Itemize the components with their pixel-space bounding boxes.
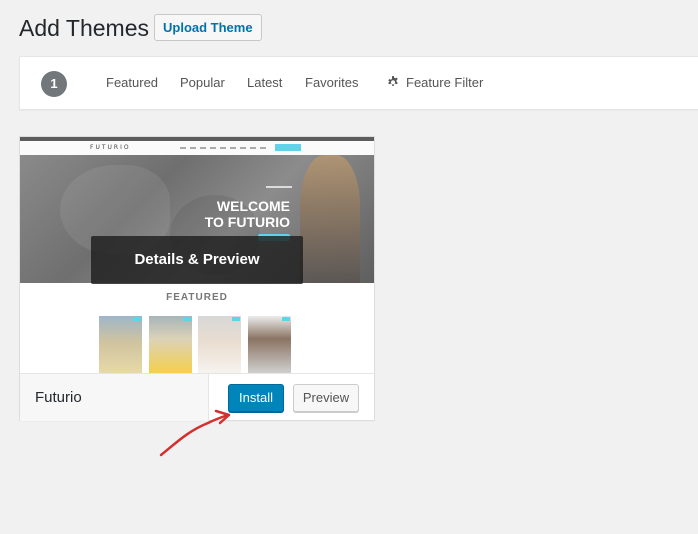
gear-icon[interactable] <box>386 75 400 89</box>
filter-link-latest[interactable]: Latest <box>247 75 282 91</box>
page-title: Add Themes <box>19 15 149 41</box>
feature-filter-link[interactable]: Feature Filter <box>406 75 483 91</box>
upload-theme-button[interactable]: Upload Theme <box>154 14 262 41</box>
theme-card[interactable]: FUTURIO WELCOME TO FUTURIO FEATURED Deta… <box>19 136 375 421</box>
screenshot-nav-button <box>275 144 301 151</box>
screenshot-logo: FUTURIO <box>90 144 131 151</box>
screenshot-nav-links <box>180 147 270 149</box>
filter-link-popular[interactable]: Popular <box>180 75 225 91</box>
hero-person-image <box>300 155 360 283</box>
theme-name: Futurio <box>35 389 82 406</box>
hero-kicker <box>266 186 292 188</box>
featured-thumbnail <box>248 316 291 373</box>
theme-screenshot[interactable]: FUTURIO WELCOME TO FUTURIO FEATURED Deta… <box>20 137 374 373</box>
featured-thumbnail <box>198 316 241 373</box>
theme-count-badge: 1 <box>41 71 67 97</box>
featured-thumbnail <box>99 316 142 373</box>
preview-button[interactable]: Preview <box>293 384 359 412</box>
screenshot-featured-heading: FEATURED <box>166 292 228 303</box>
filter-bar: 1 Featured Popular Latest Favorites Feat… <box>19 56 698 110</box>
filter-link-favorites[interactable]: Favorites <box>305 75 358 91</box>
install-button[interactable]: Install <box>228 384 284 412</box>
featured-thumbnail <box>149 316 192 373</box>
annotation-arrow-icon <box>159 409 231 457</box>
hero-title: WELCOME TO FUTURIO <box>204 198 290 230</box>
details-preview-button[interactable]: Details & Preview <box>91 236 303 284</box>
filter-link-featured[interactable]: Featured <box>106 75 158 91</box>
